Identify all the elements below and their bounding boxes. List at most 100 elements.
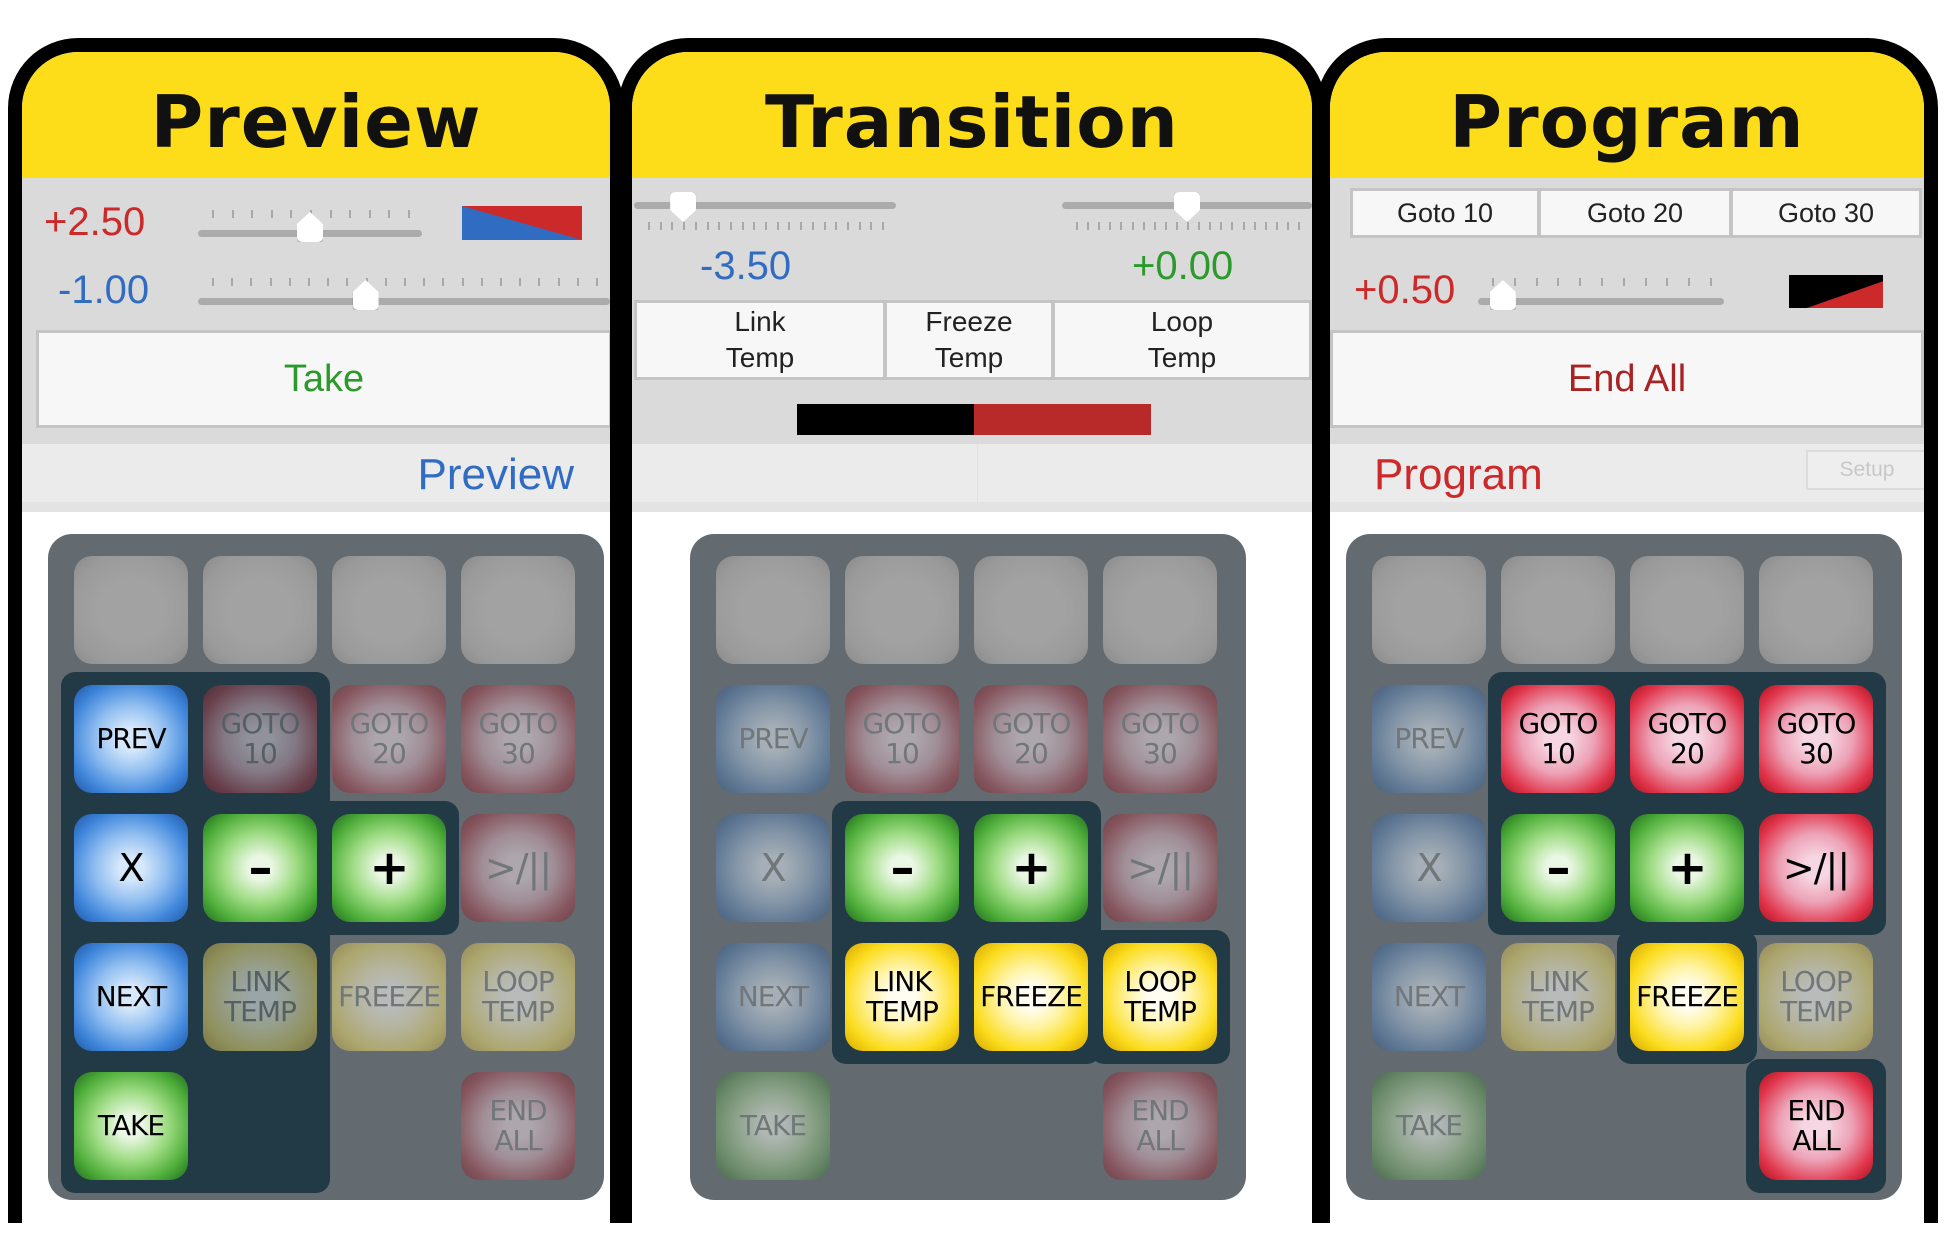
key-goto10[interactable]: GOTO 10	[203, 685, 317, 793]
key-goto30[interactable]: GOTO 30	[461, 685, 575, 793]
key-link-label: LINK TEMP	[224, 967, 297, 1027]
key-minus[interactable]: –	[845, 814, 959, 922]
key-minus[interactable]: –	[1501, 814, 1615, 922]
key-next[interactable]: NEXT	[1372, 943, 1486, 1051]
program-slider[interactable]	[1478, 268, 1724, 318]
key-plus[interactable]: +	[332, 814, 446, 922]
goto-20-button[interactable]: Goto 20	[1538, 188, 1732, 238]
freeze-temp-line1: Freeze	[925, 306, 1013, 337]
key-loop[interactable]: LOOP TEMP	[1103, 943, 1217, 1051]
key-label-line: –	[890, 840, 915, 896]
key-blank4[interactable]	[1103, 556, 1217, 664]
key-blank3[interactable]	[1630, 556, 1744, 664]
slider-tick	[1666, 278, 1669, 286]
key-goto30[interactable]: GOTO 30	[1759, 685, 1873, 793]
key-freeze[interactable]: FREEZE	[332, 943, 446, 1051]
slider-tick	[576, 278, 579, 286]
slider-right[interactable]	[1062, 192, 1312, 234]
key-goto10-label: GOTO 10	[863, 709, 943, 769]
slider-left-value: -3.50	[700, 244, 792, 288]
key-label-line: TEMP	[482, 995, 555, 1028]
key-blank2[interactable]	[203, 556, 317, 664]
key-take[interactable]: TAKE	[74, 1072, 188, 1180]
key-goto30[interactable]: GOTO 30	[1103, 685, 1217, 793]
key-label-line: >/||	[1126, 846, 1194, 890]
slider-thumb[interactable]	[1174, 192, 1200, 222]
key-blank1[interactable]	[1372, 556, 1486, 664]
slider-thumb[interactable]	[297, 212, 323, 242]
loop-temp-button[interactable]: Loop Temp	[1052, 300, 1312, 380]
key-endall[interactable]: END ALL	[1759, 1072, 1873, 1180]
key-blank1[interactable]	[74, 556, 188, 664]
take-button[interactable]: Take	[36, 330, 610, 428]
key-x[interactable]: X	[1372, 814, 1486, 922]
slider-tick	[753, 222, 756, 230]
key-take[interactable]: TAKE	[716, 1072, 830, 1180]
slider-thumb[interactable]	[670, 192, 697, 222]
slider-tick	[461, 278, 464, 286]
panel-title: Program	[1449, 80, 1805, 164]
slider-left[interactable]	[634, 192, 896, 234]
slider-thumb[interactable]	[352, 280, 379, 310]
key-loop[interactable]: LOOP TEMP	[1759, 943, 1873, 1051]
slider-track[interactable]	[198, 298, 610, 305]
transition-mix-bar	[797, 404, 1151, 435]
key-playpause[interactable]: >/||	[1759, 814, 1873, 922]
key-goto10[interactable]: GOTO 10	[1501, 685, 1615, 793]
key-x[interactable]: X	[716, 814, 830, 922]
slider2[interactable]	[198, 268, 610, 318]
key-take[interactable]: TAKE	[1372, 1072, 1486, 1180]
slider-tick	[1579, 278, 1582, 286]
key-blank3[interactable]	[974, 556, 1088, 664]
slider-tick	[346, 278, 349, 286]
key-minus[interactable]: –	[203, 814, 317, 922]
key-blank2[interactable]	[845, 556, 959, 664]
key-prev[interactable]: PREV	[716, 685, 830, 793]
link-temp-button[interactable]: Link Temp	[634, 300, 886, 380]
key-goto20[interactable]: GOTO 20	[974, 685, 1088, 793]
key-goto20[interactable]: GOTO 20	[332, 685, 446, 793]
key-take-label: TAKE	[1396, 1111, 1463, 1141]
setup-button[interactable]: Setup	[1806, 450, 1924, 490]
key-blank2[interactable]	[1501, 556, 1615, 664]
key-blank1[interactable]	[716, 556, 830, 664]
key-next[interactable]: NEXT	[74, 943, 188, 1051]
key-plus[interactable]: +	[974, 814, 1088, 922]
key-endall[interactable]: END ALL	[461, 1072, 575, 1180]
key-endall[interactable]: END ALL	[1103, 1072, 1217, 1180]
key-link[interactable]: LINK TEMP	[203, 943, 317, 1051]
key-blank3[interactable]	[332, 556, 446, 664]
key-x[interactable]: X	[74, 814, 188, 922]
panel-title: Preview	[150, 80, 482, 164]
key-goto20[interactable]: GOTO 20	[1630, 685, 1744, 793]
slider1[interactable]	[198, 200, 422, 250]
key-blank4[interactable]	[461, 556, 575, 664]
key-next[interactable]: NEXT	[716, 943, 830, 1051]
goto-30-button[interactable]: Goto 30	[1730, 188, 1922, 238]
end-all-button[interactable]: End All	[1330, 330, 1924, 428]
key-link[interactable]: LINK TEMP	[845, 943, 959, 1051]
key-prev[interactable]: PREV	[74, 685, 188, 793]
slider-tick	[231, 210, 234, 218]
slider-tick	[1242, 222, 1245, 230]
slider-tick	[718, 222, 721, 230]
key-freeze[interactable]: FREEZE	[974, 943, 1088, 1051]
key-prev[interactable]: PREV	[1372, 685, 1486, 793]
key-freeze[interactable]: FREEZE	[1630, 943, 1744, 1051]
key-label-line: END	[1131, 1094, 1189, 1127]
freeze-temp-button[interactable]: Freeze Temp	[884, 300, 1054, 380]
key-label-line: LOOP	[1780, 965, 1853, 998]
key-blank4[interactable]	[1759, 556, 1873, 664]
key-loop[interactable]: LOOP TEMP	[461, 943, 575, 1051]
key-playpause[interactable]: >/||	[461, 814, 575, 922]
key-label-line: TEMP	[1522, 995, 1595, 1028]
goto-10-button[interactable]: Goto 10	[1350, 188, 1540, 238]
key-goto20-label: GOTO 20	[1648, 709, 1728, 769]
key-playpause[interactable]: >/||	[1103, 814, 1217, 922]
slider-tick	[1644, 278, 1647, 286]
transition-keypad: PREV GOTO 10 GOTO 20 GOTO 30 X – + >/|| NEXT LINK TEM…	[690, 534, 1246, 1200]
key-goto10[interactable]: GOTO 10	[845, 685, 959, 793]
key-plus[interactable]: +	[1630, 814, 1744, 922]
key-link[interactable]: LINK TEMP	[1501, 943, 1615, 1051]
slider-tick	[835, 222, 838, 230]
